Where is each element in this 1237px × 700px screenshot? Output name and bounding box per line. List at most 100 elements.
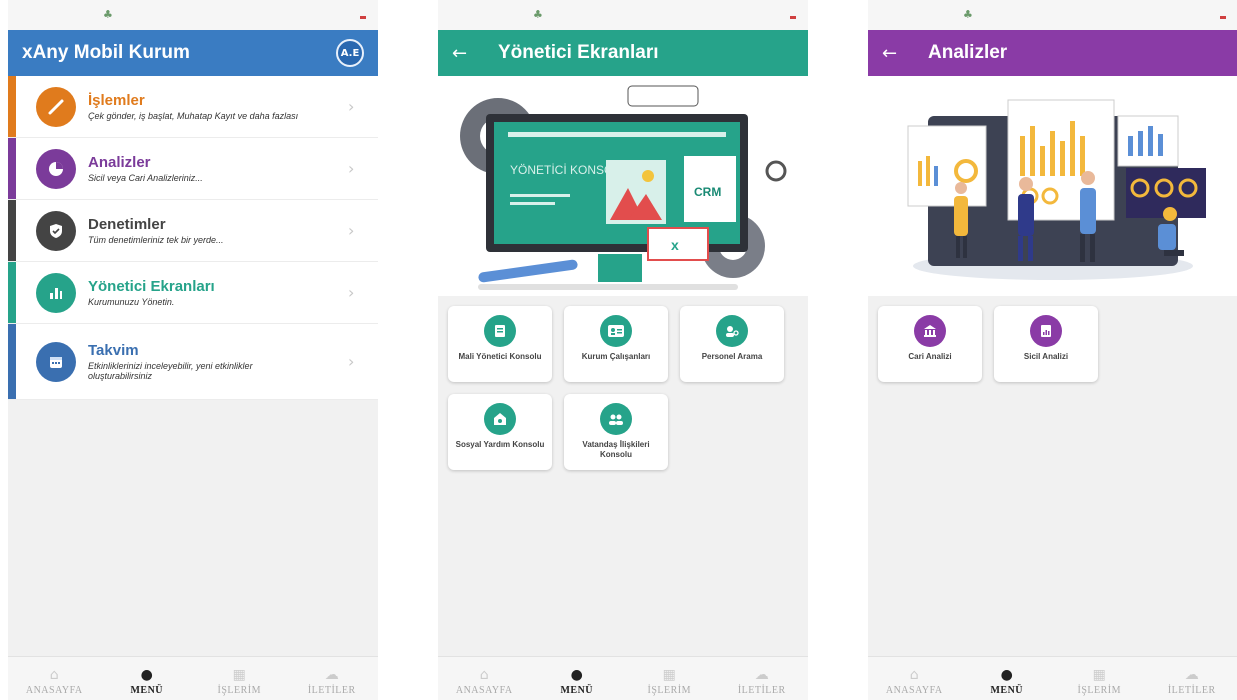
message-icon: ☁ xyxy=(324,667,339,683)
app-bar: ← Yönetici Ekranları xyxy=(438,30,808,76)
bottom-nav: ⌂ ANASAYFA ● MENÜ ▦ İŞLERİM ☁ İLETİLER xyxy=(438,656,808,700)
phone-screen-main-menu: ♣ xAny Mobil Kurum A.E İşlemler Çek gönd… xyxy=(8,0,378,700)
nav-item-menu[interactable]: ● MENÜ xyxy=(537,667,617,696)
menu-item-title: Analizler xyxy=(88,153,151,171)
tile-label: Personel Arama xyxy=(701,352,763,361)
menu-item-takvim[interactable]: Takvim Etkinliklerinizi inceleyebilir, y… xyxy=(8,324,378,400)
phone-screen-analizler: ♣ ← Analizler Cari Analizi Sicil Analizi… xyxy=(868,0,1237,700)
status-bar: ♣ xyxy=(868,0,1237,30)
nav-label: İŞLERİM xyxy=(1077,685,1121,696)
battery-icon xyxy=(1220,16,1226,19)
tile-label: Vatandaş İlişkileri Konsolu xyxy=(582,440,650,459)
nav-label: İLETİLER xyxy=(307,685,356,696)
tile-sosyal-yardim-konsolu[interactable]: Sosyal Yardım Konsolu xyxy=(448,394,552,470)
nav-item-menu[interactable]: ● MENÜ xyxy=(967,667,1047,696)
menu-item-analizler[interactable]: Analizler Sicil veya Cari Analizleriniz.… xyxy=(8,138,378,200)
chevron-right-icon: › xyxy=(348,97,355,116)
bar-chart-icon xyxy=(36,272,76,313)
notification-icon: ♣ xyxy=(103,8,113,21)
tile-kurum-calisanlari[interactable]: Kurum Çalışanları xyxy=(564,306,668,382)
id-card-icon xyxy=(600,315,632,347)
nav-item-iletiler[interactable]: ☁ İLETİLER xyxy=(1152,667,1232,696)
grid-icon: ▦ xyxy=(1092,667,1106,683)
hero-illustration: YÖNETİCİ KONSOLU CRM x xyxy=(438,76,808,296)
tile-sicil-analizi[interactable]: Sicil Analizi xyxy=(994,306,1098,382)
nav-item-islerim[interactable]: ▦ İŞLERİM xyxy=(1059,667,1139,696)
notification-icon: ♣ xyxy=(963,8,973,21)
menu-item-title: Yönetici Ekranları xyxy=(88,277,215,295)
tile-personel-arama[interactable]: Personel Arama xyxy=(680,306,784,382)
nav-label: MENÜ xyxy=(560,685,594,696)
menu-icon: ● xyxy=(1000,667,1013,683)
avatar[interactable]: A.E xyxy=(336,39,364,67)
back-arrow-icon[interactable]: ← xyxy=(452,43,498,64)
nav-label: ANASAYFA xyxy=(885,685,943,696)
nav-item-menu[interactable]: ● MENÜ xyxy=(107,667,187,696)
nav-label: İLETİLER xyxy=(737,685,786,696)
nav-label: MENÜ xyxy=(130,685,164,696)
admin-console-illustration: YÖNETİCİ KONSOLU CRM x xyxy=(460,85,787,290)
menu-item-subtitle: Tüm denetimleriniz tek bir yerde... xyxy=(88,234,224,245)
pie-chart-icon xyxy=(36,148,76,189)
status-bar: ♣ xyxy=(438,0,808,30)
analytics-illustration xyxy=(907,99,1206,280)
tile-mali-yonetici-konsolu[interactable]: Mali Yönetici Konsolu xyxy=(448,306,552,382)
shield-icon xyxy=(36,210,76,251)
nav-item-anasayfa[interactable]: ⌂ ANASAYFA xyxy=(874,667,954,696)
menu-icon: ● xyxy=(140,667,153,683)
tile-label: Kurum Çalışanları xyxy=(581,352,651,361)
status-bar: ♣ xyxy=(8,0,378,30)
home-icon: ⌂ xyxy=(479,667,489,683)
chevron-right-icon: › xyxy=(348,283,355,302)
main-menu-list: İşlemler Çek gönder, iş başlat, Muhatap … xyxy=(8,76,378,400)
tile-label: Sicil Analizi xyxy=(1023,352,1069,361)
tile-vatandas-iliskileri-konsolu[interactable]: Vatandaş İlişkileri Konsolu xyxy=(564,394,668,470)
chevron-right-icon: › xyxy=(348,221,355,240)
menu-icon: ● xyxy=(570,667,583,683)
nav-label: İŞLERİM xyxy=(647,685,691,696)
tile-grid: Mali Yönetici Konsolu Kurum Çalışanları … xyxy=(438,296,808,480)
app-bar: xAny Mobil Kurum A.E xyxy=(8,30,378,76)
home-heart-icon xyxy=(484,403,516,435)
bank-icon xyxy=(914,315,946,347)
phone-screen-yonetici-ekranlari: ♣ ← Yönetici Ekranları YÖNETİCİ KONSOLU … xyxy=(438,0,808,700)
app-title: Yönetici Ekranları xyxy=(498,42,659,63)
tile-label: Cari Analizi xyxy=(908,352,952,361)
nav-item-anasayfa[interactable]: ⌂ ANASAYFA xyxy=(444,667,524,696)
nav-item-iletiler[interactable]: ☁ İLETİLER xyxy=(722,667,802,696)
pencil-icon xyxy=(36,86,76,127)
nav-item-islerim[interactable]: ▦ İŞLERİM xyxy=(199,667,279,696)
menu-item-islemler[interactable]: İşlemler Çek gönder, iş başlat, Muhatap … xyxy=(8,76,378,138)
menu-item-title: Denetimler xyxy=(88,215,166,233)
nav-item-anasayfa[interactable]: ⌂ ANASAYFA xyxy=(14,667,94,696)
app-title: Analizler xyxy=(928,42,1008,63)
tile-label: Sosyal Yardım Konsolu xyxy=(455,440,545,449)
tile-label: Mali Yönetici Konsolu xyxy=(458,352,542,361)
grid-icon: ▦ xyxy=(662,667,676,683)
report-icon xyxy=(1030,315,1062,347)
svg-text:x: x xyxy=(671,237,679,253)
nav-item-islerim[interactable]: ▦ İŞLERİM xyxy=(629,667,709,696)
document-icon xyxy=(484,315,516,347)
tile-cari-analizi[interactable]: Cari Analizi xyxy=(878,306,982,382)
people-icon xyxy=(600,403,632,435)
calendar-icon xyxy=(36,341,76,382)
nav-label: ANASAYFA xyxy=(455,685,513,696)
home-icon: ⌂ xyxy=(909,667,919,683)
bottom-nav: ⌂ ANASAYFA ● MENÜ ▦ İŞLERİM ☁ İLETİLER xyxy=(8,656,378,700)
message-icon: ☁ xyxy=(1184,667,1199,683)
notification-icon: ♣ xyxy=(533,8,543,21)
illustration-doc-text: CRM xyxy=(694,185,721,199)
menu-item-denetimler[interactable]: Denetimler Tüm denetimleriniz tek bir ye… xyxy=(8,200,378,262)
menu-item-title: İşlemler xyxy=(88,91,145,109)
menu-item-yonetici-ekranlari[interactable]: Yönetici Ekranları Kurumunuzu Yönetin. › xyxy=(8,262,378,324)
app-title: xAny Mobil Kurum xyxy=(22,42,190,63)
battery-icon xyxy=(360,16,366,19)
battery-icon xyxy=(790,16,796,19)
menu-item-subtitle: Kurumunuzu Yönetin. xyxy=(88,296,175,307)
bottom-nav: ⌂ ANASAYFA ● MENÜ ▦ İŞLERİM ☁ İLETİLER xyxy=(868,656,1237,700)
nav-item-iletiler[interactable]: ☁ İLETİLER xyxy=(292,667,372,696)
grid-icon: ▦ xyxy=(232,667,246,683)
nav-label: İLETİLER xyxy=(1167,685,1216,696)
back-arrow-icon[interactable]: ← xyxy=(882,43,928,64)
